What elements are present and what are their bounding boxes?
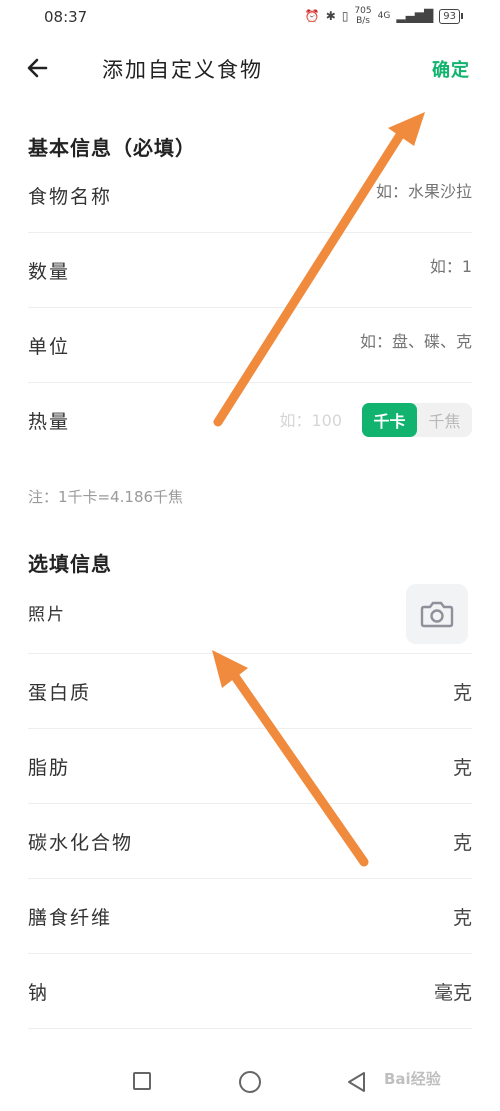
network-speed: 705 B/s [354, 6, 372, 26]
carbohydrate-label: 碳水化合物 [28, 832, 134, 854]
status-bar: 08:37 ⏰ ✱ ▯ 705 B/s 4G ▂▄▆█ 93 [0, 0, 500, 36]
photo-row: 照片 [28, 580, 472, 654]
protein-label: 蛋白质 [28, 682, 92, 704]
unit-row: 单位 [28, 308, 472, 383]
battery-icon: 93 [439, 8, 463, 24]
kcal-option[interactable]: 千卡 [362, 403, 417, 437]
fat-unit: 克 [452, 757, 472, 779]
protein-row[interactable]: 蛋白质 克 [28, 654, 472, 729]
confirm-button[interactable]: 确定 [432, 56, 470, 82]
food-name-row: 食物名称 [28, 158, 472, 233]
energy-label: 热量 [28, 411, 71, 433]
energy-unit-toggle: 千卡 千焦 [362, 403, 472, 437]
nav-square-icon[interactable] [133, 1072, 151, 1090]
vibrate-icon: ▯ [341, 9, 349, 23]
food-name-label: 食物名称 [28, 186, 113, 208]
quantity-row: 数量 [28, 233, 472, 308]
page-title: 添加自定义食物 [102, 58, 263, 82]
energy-row: 热量 如：100 千卡 千焦 [28, 383, 472, 458]
sodium-row[interactable]: 钠 毫克 [28, 954, 472, 1029]
network-type: 4G [377, 11, 391, 21]
signal-icon: ▂▄▆█ [396, 9, 434, 23]
fiber-label: 膳食纤维 [28, 907, 113, 929]
back-arrow-icon[interactable] [24, 54, 52, 82]
status-time: 08:37 [44, 8, 88, 26]
conversion-note: 注：1千卡=4.186千焦 [28, 488, 184, 506]
photo-label: 照片 [28, 605, 66, 625]
carbohydrate-row[interactable]: 碳水化合物 克 [28, 804, 472, 879]
bluetooth-icon: ✱ [325, 9, 336, 23]
carbohydrate-unit: 克 [452, 832, 472, 854]
fiber-unit: 克 [452, 907, 472, 929]
alarm-icon: ⏰ [304, 9, 320, 23]
fiber-row[interactable]: 膳食纤维 克 [28, 879, 472, 954]
required-section-title: 基本信息（必填） [28, 136, 196, 160]
fat-label: 脂肪 [28, 757, 71, 779]
status-icons: ⏰ ✱ ▯ 705 B/s 4G ▂▄▆█ 93 [304, 6, 463, 26]
camera-button[interactable] [406, 584, 468, 644]
nav-back-icon[interactable] [345, 1070, 367, 1094]
quantity-input[interactable] [272, 257, 472, 276]
sodium-label: 钠 [28, 982, 50, 1004]
unit-label: 单位 [28, 336, 71, 358]
app-header: 添加自定义食物 确定 [0, 42, 500, 94]
nav-circle-icon[interactable] [239, 1071, 261, 1093]
camera-icon [420, 601, 454, 628]
energy-input[interactable]: 如：100 [279, 407, 342, 431]
food-name-input[interactable] [272, 182, 472, 201]
fat-row[interactable]: 脂肪 克 [28, 729, 472, 804]
system-nav-bar: Bai经验 [0, 1050, 500, 1111]
sodium-unit: 毫克 [433, 982, 472, 1004]
unit-input[interactable] [272, 332, 472, 351]
quantity-label: 数量 [28, 261, 71, 283]
watermark: Bai经验 [384, 1070, 441, 1088]
protein-unit: 克 [452, 682, 472, 704]
kj-option[interactable]: 千焦 [417, 403, 472, 437]
optional-section-title: 选填信息 [28, 552, 112, 576]
